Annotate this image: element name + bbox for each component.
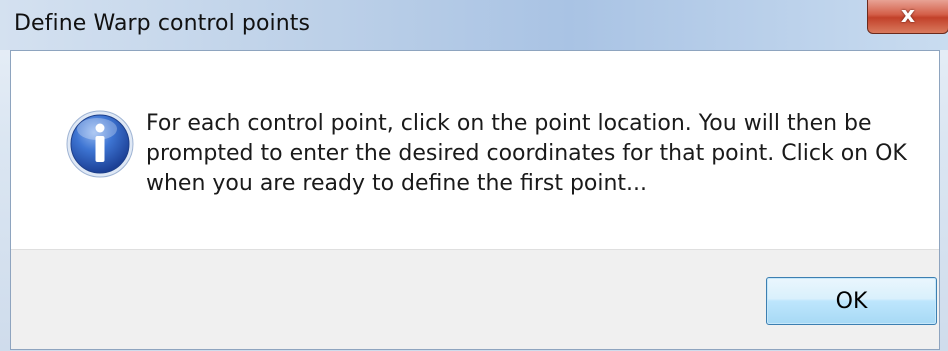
close-button[interactable]: x: [867, 0, 948, 34]
information-icon: [66, 110, 134, 178]
close-icon: x: [900, 3, 916, 28]
message-text: For each control point, click on the poi…: [146, 111, 907, 196]
dialog-window: Define Warp control points x For each co…: [0, 0, 948, 351]
dialog-body: For each control point, click on the poi…: [10, 50, 940, 350]
message-area: For each control point, click on the poi…: [11, 51, 939, 249]
title-bar[interactable]: Define Warp control points x: [0, 0, 948, 50]
ok-button[interactable]: OK: [766, 277, 937, 325]
ok-button-label: OK: [835, 289, 868, 314]
dialog-title: Define Warp control points: [14, 11, 311, 36]
